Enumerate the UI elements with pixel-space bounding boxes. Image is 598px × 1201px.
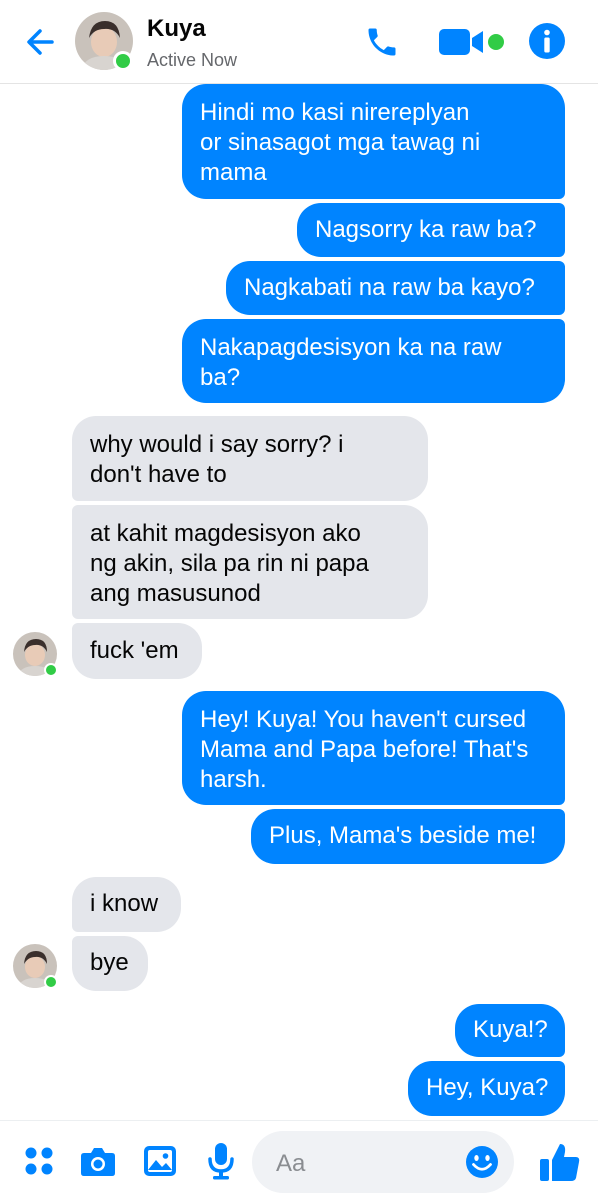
message-line: Hey! Kuya! You haven't cursed [200, 706, 527, 733]
message-line: Hindi mo kasi nirereplyan [200, 99, 470, 126]
back-arrow-icon[interactable] [22, 24, 58, 60]
message-bubble[interactable]: at kahit magdesisyon ako ng akin, sila p… [72, 505, 428, 619]
message-line: mama [200, 159, 267, 186]
message-bubble[interactable]: i know [72, 877, 181, 932]
message-bubble[interactable]: why would i say sorry? i don't have to [72, 416, 428, 501]
info-icon[interactable] [528, 22, 566, 60]
camera-icon[interactable] [80, 1145, 116, 1177]
message-bubble[interactable]: Nagkabati na raw ba kayo? [226, 261, 565, 315]
message-line: don't have to [90, 461, 227, 488]
gallery-icon[interactable] [143, 1145, 177, 1177]
message-bubble[interactable]: Plus, Mama's beside me! [251, 809, 565, 864]
emoji-icon[interactable] [465, 1145, 499, 1179]
message-bubble[interactable]: bye [72, 936, 148, 991]
message-line: or sinasagot mga tawag ni [200, 129, 481, 156]
contact-name[interactable]: Kuya [147, 15, 206, 43]
message-line: Nakapagdesisyon ka na raw [200, 334, 502, 361]
message-bubble[interactable]: Hindi mo kasi nirereplyan or sinasagot m… [182, 84, 565, 199]
video-call-icon[interactable] [437, 26, 487, 58]
microphone-icon[interactable] [205, 1141, 237, 1181]
message-input-placeholder: Aa [276, 1150, 306, 1177]
like-thumb-icon[interactable] [538, 1140, 582, 1184]
message-line: Kuya!? [473, 1016, 548, 1043]
online-indicator [44, 975, 58, 989]
message-line: ng akin, sila pa rin ni papa [90, 550, 369, 577]
apps-icon[interactable] [24, 1146, 54, 1176]
chat-header: Kuya Active Now [0, 0, 598, 84]
message-line: harsh. [200, 766, 267, 793]
message-line: ba? [200, 364, 241, 391]
message-line: Nagkabati na raw ba kayo? [244, 274, 535, 301]
message-bubble[interactable]: Hey! Kuya! You haven't cursed Mama and P… [182, 691, 565, 805]
message-line: Nagsorry ka raw ba? [315, 216, 537, 243]
message-line: bye [90, 949, 129, 976]
message-line: Mama and Papa before! That's [200, 736, 529, 763]
active-status: Active Now [147, 50, 238, 70]
phone-icon[interactable] [364, 24, 400, 60]
video-active-dot [488, 34, 504, 50]
online-indicator [113, 51, 133, 71]
message-bubble[interactable]: Hey, Kuya? [408, 1061, 565, 1116]
message-line: i know [90, 890, 159, 917]
online-indicator [44, 663, 58, 677]
message-bubble[interactable]: fuck 'em [72, 623, 202, 679]
message-line: why would i say sorry? i [90, 431, 344, 458]
message-bubble[interactable]: Kuya!? [455, 1004, 565, 1057]
message-line: fuck 'em [90, 637, 179, 664]
message-line: Hey, Kuya? [426, 1074, 549, 1101]
message-bubble[interactable]: Nagsorry ka raw ba? [297, 203, 565, 257]
message-line: at kahit magdesisyon ako [90, 520, 361, 547]
message-line: ang masusunod [90, 580, 261, 607]
message-bubble[interactable]: Nakapagdesisyon ka na raw ba? [182, 319, 565, 403]
message-line: Plus, Mama's beside me! [269, 822, 537, 849]
